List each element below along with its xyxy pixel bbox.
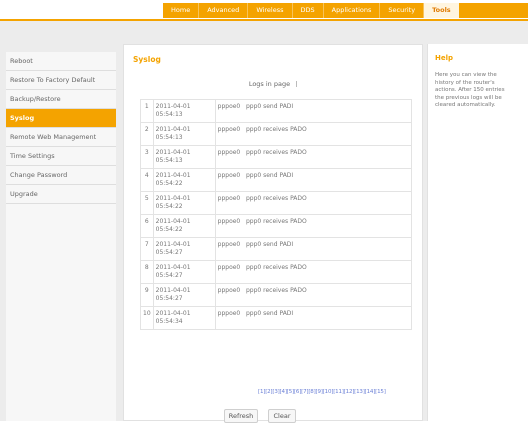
- log-message: pppoe0 ppp0 receives PADO: [214, 122, 413, 146]
- log-date: 2011-04-01: [155, 218, 191, 225]
- log-date: 2011-04-01: [155, 241, 191, 248]
- log-timestamp: 2011-04-01 05:54:34: [152, 306, 216, 330]
- log-date: 2011-04-01: [155, 287, 191, 294]
- help-text: Here you can view the history of the rou…: [435, 72, 505, 108]
- tab-dds[interactable]: DDS: [293, 3, 324, 18]
- log-index: 10: [140, 306, 154, 330]
- log-message: pppoe0 ppp0 send PADI: [214, 237, 413, 261]
- log-message: pppoe0 ppp0 receives PADO: [214, 260, 413, 284]
- log-index: 7: [140, 237, 154, 261]
- sidebar-item-reboot[interactable]: Reboot: [6, 52, 116, 71]
- log-time: 05:54:27: [155, 272, 183, 279]
- log-message: pppoe0 ppp0 receives PADO: [214, 214, 413, 238]
- main-panel: Syslog Logs in page 1 2011-04-01 05:54:13 p…: [123, 44, 424, 423]
- log-index: 3: [140, 145, 154, 169]
- log-row: 7 2011-04-01 05:54:27 pppoe0 ppp0 send PADI: [140, 237, 413, 261]
- log-row: 4 2011-04-01 05:54:22 pppoe0 ppp0 send PADI: [140, 168, 413, 192]
- pagination-links[interactable]: [1][2][3][4][5][6][7][8][9][10][11][12][…: [258, 389, 386, 395]
- log-timestamp: 2011-04-01 05:54:13: [152, 122, 216, 146]
- log-message: pppoe0 ppp0 send PADI: [214, 306, 413, 330]
- log-date: 2011-04-01: [155, 149, 191, 156]
- tab-applications[interactable]: Applications: [324, 3, 381, 18]
- log-timestamp: 2011-04-01 05:54:13: [152, 145, 216, 169]
- log-date: 2011-04-01: [155, 172, 191, 179]
- log-date: 2011-04-01: [155, 103, 191, 110]
- page-title: Syslog: [133, 55, 161, 64]
- log-time: 05:54:22: [155, 203, 183, 210]
- sidebar-item-restore-factory-default[interactable]: Restore To Factory Default: [6, 71, 116, 90]
- help-panel: Help Here you can view the history of th…: [427, 44, 528, 421]
- log-row: 1 2011-04-01 05:54:13 pppoe0 ppp0 send PADI: [140, 99, 413, 123]
- sidebar-background: [6, 204, 116, 421]
- log-row: 6 2011-04-01 05:54:22 pppoe0 ppp0 receives …: [140, 214, 413, 238]
- log-row: 3 2011-04-01 05:54:13 pppoe0 ppp0 receives …: [140, 145, 413, 169]
- sidebar-item-syslog[interactable]: Syslog: [6, 109, 116, 128]
- log-date: 2011-04-01: [155, 195, 191, 202]
- logs-page-heading: Logs in page: [124, 80, 424, 88]
- log-index: 4: [140, 168, 154, 192]
- tab-tools[interactable]: Tools: [424, 3, 459, 18]
- tab-wireless[interactable]: Wireless: [248, 3, 293, 18]
- log-index: 1: [140, 99, 154, 123]
- log-row: 8 2011-04-01 05:54:27 pppoe0 ppp0 receives …: [140, 260, 413, 284]
- log-message: pppoe0 ppp0 receives PADO: [214, 283, 413, 307]
- log-index: 9: [140, 283, 154, 307]
- log-row: 9 2011-04-01 05:54:27 pppoe0 ppp0 receives …: [140, 283, 413, 307]
- sidebar-item-remote-web-management[interactable]: Remote Web Management: [6, 128, 116, 147]
- log-timestamp: 2011-04-01 05:54:27: [152, 237, 216, 261]
- log-message: pppoe0 ppp0 send PADI: [214, 99, 413, 123]
- sidebar-item-time-settings[interactable]: Time Settings: [6, 147, 116, 166]
- tab-security[interactable]: Security: [380, 3, 425, 18]
- log-date: 2011-04-01: [155, 310, 191, 317]
- log-index: 6: [140, 214, 154, 238]
- logs-heading-label: Logs in page: [248, 80, 291, 88]
- log-time: 05:54:13: [155, 157, 183, 164]
- sidebar-item-upgrade[interactable]: Upgrade: [6, 185, 116, 204]
- log-timestamp: 2011-04-01 05:54:22: [152, 168, 216, 192]
- log-date: 2011-04-01: [155, 264, 191, 271]
- log-index: 5: [140, 191, 154, 215]
- log-timestamp: 2011-04-01 05:54:27: [152, 260, 216, 284]
- log-time: 05:54:34: [155, 318, 183, 325]
- log-table: 1 2011-04-01 05:54:13 pppoe0 ppp0 send PADI…: [140, 99, 413, 330]
- main-menu-bar: Home Advanced Wireless DDS Applications …: [163, 3, 528, 18]
- log-date: 2011-04-01: [155, 126, 191, 133]
- log-timestamp: 2011-04-01 05:54:27: [152, 283, 216, 307]
- log-message: pppoe0 ppp0 receives PADO: [214, 191, 413, 215]
- log-message: pppoe0 ppp0 receives PADO: [214, 145, 413, 169]
- help-title: Help: [435, 54, 454, 62]
- log-index: 8: [140, 260, 154, 284]
- sidebar-item-change-password[interactable]: Change Password: [6, 166, 116, 185]
- log-message: pppoe0 ppp0 send PADI: [214, 168, 413, 192]
- sidebar-item-backup-restore[interactable]: Backup/Restore: [6, 90, 116, 109]
- sidebar: Reboot Restore To Factory Default Backup…: [6, 52, 116, 204]
- log-time: 05:54:13: [155, 111, 183, 118]
- tab-home[interactable]: Home: [163, 3, 200, 18]
- log-index: 2: [140, 122, 154, 146]
- log-time: 05:54:27: [155, 249, 183, 256]
- log-time: 05:54:22: [155, 180, 183, 187]
- log-row: 2 2011-04-01 05:54:13 pppoe0 ppp0 receives …: [140, 122, 413, 146]
- tab-advanced[interactable]: Advanced: [199, 3, 249, 18]
- log-timestamp: 2011-04-01 05:54:13: [152, 99, 216, 123]
- log-row: 5 2011-04-01 05:54:22 pppoe0 ppp0 receives …: [140, 191, 413, 215]
- top-navigation: Home Advanced Wireless DDS Applications …: [0, 0, 528, 21]
- log-row: 10 2011-04-01 05:54:34 pppoe0 ppp0 send PAD…: [140, 306, 413, 330]
- log-time: 05:54:13: [155, 134, 183, 141]
- log-time: 05:54:22: [155, 226, 183, 233]
- page-indicator-icon: [296, 81, 299, 87]
- log-time: 05:54:27: [155, 295, 183, 302]
- log-timestamp: 2011-04-01 05:54:22: [152, 191, 216, 215]
- log-timestamp: 2011-04-01 05:54:22: [152, 214, 216, 238]
